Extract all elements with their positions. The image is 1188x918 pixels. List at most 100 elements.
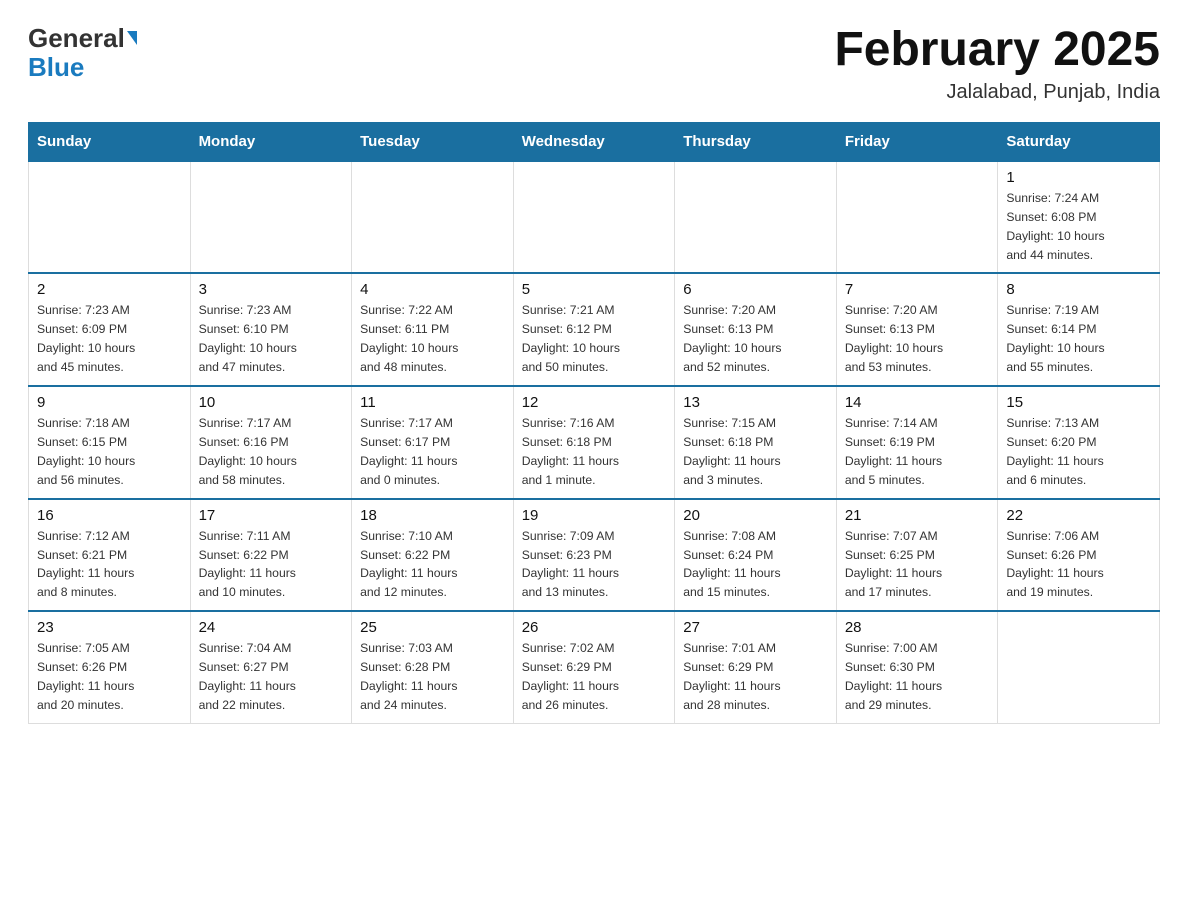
logo-general-text: General <box>28 24 125 53</box>
day-number: 27 <box>683 619 828 636</box>
calendar-cell: 3 Sunrise: 7:23 AM Sunset: 6:10 PM Daylig… <box>190 273 352 386</box>
calendar-cell: 1 Sunrise: 7:24 AM Sunset: 6:08 PM Daylig… <box>998 161 1160 274</box>
calendar-cell: 14 Sunrise: 7:14 AM Sunset: 6:19 PM Dayli… <box>836 386 998 499</box>
calendar-cell: 17 Sunrise: 7:11 AM Sunset: 6:22 PM Dayli… <box>190 499 352 612</box>
day-info: Sunrise: 7:15 AM Sunset: 6:18 PM Dayligh… <box>683 414 828 490</box>
day-number: 21 <box>845 507 990 524</box>
day-info: Sunrise: 7:24 AM Sunset: 6:08 PM Dayligh… <box>1006 189 1151 265</box>
calendar-cell: 18 Sunrise: 7:10 AM Sunset: 6:22 PM Dayli… <box>352 499 514 612</box>
day-info: Sunrise: 7:06 AM Sunset: 6:26 PM Dayligh… <box>1006 527 1151 603</box>
day-info: Sunrise: 7:03 AM Sunset: 6:28 PM Dayligh… <box>360 639 505 715</box>
calendar-cell: 23 Sunrise: 7:05 AM Sunset: 6:26 PM Dayli… <box>29 611 191 723</box>
day-info: Sunrise: 7:17 AM Sunset: 6:17 PM Dayligh… <box>360 414 505 490</box>
day-info: Sunrise: 7:11 AM Sunset: 6:22 PM Dayligh… <box>199 527 344 603</box>
day-number: 1 <box>1006 169 1151 186</box>
day-number: 5 <box>522 281 667 298</box>
logo: General Blue <box>28 24 137 81</box>
weekday-header-saturday: Saturday <box>998 122 1160 161</box>
calendar-cell: 27 Sunrise: 7:01 AM Sunset: 6:29 PM Dayli… <box>675 611 837 723</box>
day-info: Sunrise: 7:05 AM Sunset: 6:26 PM Dayligh… <box>37 639 182 715</box>
day-number: 23 <box>37 619 182 636</box>
calendar-cell: 5 Sunrise: 7:21 AM Sunset: 6:12 PM Daylig… <box>513 273 675 386</box>
day-number: 10 <box>199 394 344 411</box>
day-number: 22 <box>1006 507 1151 524</box>
weekday-header-tuesday: Tuesday <box>352 122 514 161</box>
day-info: Sunrise: 7:04 AM Sunset: 6:27 PM Dayligh… <box>199 639 344 715</box>
day-number: 11 <box>360 394 505 411</box>
day-info: Sunrise: 7:14 AM Sunset: 6:19 PM Dayligh… <box>845 414 990 490</box>
calendar-cell: 25 Sunrise: 7:03 AM Sunset: 6:28 PM Dayli… <box>352 611 514 723</box>
calendar-table: SundayMondayTuesdayWednesdayThursdayFrid… <box>28 122 1160 724</box>
day-number: 8 <box>1006 281 1151 298</box>
logo-triangle-icon <box>127 31 137 45</box>
day-number: 19 <box>522 507 667 524</box>
calendar-cell <box>675 161 837 274</box>
calendar-cell <box>836 161 998 274</box>
calendar-week-row: 2 Sunrise: 7:23 AM Sunset: 6:09 PM Daylig… <box>29 273 1160 386</box>
day-number: 2 <box>37 281 182 298</box>
weekday-header-monday: Monday <box>190 122 352 161</box>
day-number: 14 <box>845 394 990 411</box>
calendar-cell: 26Sunrise: 7:02 AM Sunset: 6:29 PM Dayli… <box>513 611 675 723</box>
calendar-cell: 20 Sunrise: 7:08 AM Sunset: 6:24 PM Dayli… <box>675 499 837 612</box>
month-title: February 2025 <box>834 24 1160 77</box>
location-title: Jalalabad, Punjab, India <box>834 81 1160 104</box>
day-info: Sunrise: 7:07 AM Sunset: 6:25 PM Dayligh… <box>845 527 990 603</box>
day-info: Sunrise: 7:01 AM Sunset: 6:29 PM Dayligh… <box>683 639 828 715</box>
calendar-cell: 11 Sunrise: 7:17 AM Sunset: 6:17 PM Dayli… <box>352 386 514 499</box>
day-info: Sunrise: 7:17 AM Sunset: 6:16 PM Dayligh… <box>199 414 344 490</box>
day-number: 6 <box>683 281 828 298</box>
calendar-cell: 28 Sunrise: 7:00 AM Sunset: 6:30 PM Dayli… <box>836 611 998 723</box>
weekday-header-wednesday: Wednesday <box>513 122 675 161</box>
weekday-header-friday: Friday <box>836 122 998 161</box>
day-info: Sunrise: 7:23 AM Sunset: 6:10 PM Dayligh… <box>199 301 344 377</box>
day-info: Sunrise: 7:08 AM Sunset: 6:24 PM Dayligh… <box>683 527 828 603</box>
calendar-cell <box>998 611 1160 723</box>
day-info: Sunrise: 7:19 AM Sunset: 6:14 PM Dayligh… <box>1006 301 1151 377</box>
day-number: 24 <box>199 619 344 636</box>
page-header: General Blue February 2025 Jalalabad, Pu… <box>28 24 1160 104</box>
calendar-cell: 10 Sunrise: 7:17 AM Sunset: 6:16 PM Dayli… <box>190 386 352 499</box>
day-info: Sunrise: 7:18 AM Sunset: 6:15 PM Dayligh… <box>37 414 182 490</box>
day-info: Sunrise: 7:09 AM Sunset: 6:23 PM Dayligh… <box>522 527 667 603</box>
calendar-week-row: 9Sunrise: 7:18 AM Sunset: 6:15 PM Daylig… <box>29 386 1160 499</box>
day-number: 13 <box>683 394 828 411</box>
day-info: Sunrise: 7:23 AM Sunset: 6:09 PM Dayligh… <box>37 301 182 377</box>
day-number: 25 <box>360 619 505 636</box>
calendar-cell <box>190 161 352 274</box>
calendar-cell: 24 Sunrise: 7:04 AM Sunset: 6:27 PM Dayli… <box>190 611 352 723</box>
day-number: 17 <box>199 507 344 524</box>
calendar-cell: 7 Sunrise: 7:20 AM Sunset: 6:13 PM Daylig… <box>836 273 998 386</box>
day-info: Sunrise: 7:20 AM Sunset: 6:13 PM Dayligh… <box>683 301 828 377</box>
calendar-cell: 21 Sunrise: 7:07 AM Sunset: 6:25 PM Dayli… <box>836 499 998 612</box>
calendar-cell <box>29 161 191 274</box>
day-info: Sunrise: 7:12 AM Sunset: 6:21 PM Dayligh… <box>37 527 182 603</box>
calendar-week-row: 16Sunrise: 7:12 AM Sunset: 6:21 PM Dayli… <box>29 499 1160 612</box>
calendar-cell <box>513 161 675 274</box>
day-number: 18 <box>360 507 505 524</box>
calendar-week-row: 1 Sunrise: 7:24 AM Sunset: 6:08 PM Daylig… <box>29 161 1160 274</box>
calendar-week-row: 23 Sunrise: 7:05 AM Sunset: 6:26 PM Dayli… <box>29 611 1160 723</box>
calendar-cell: 12Sunrise: 7:16 AM Sunset: 6:18 PM Dayli… <box>513 386 675 499</box>
calendar-cell: 15Sunrise: 7:13 AM Sunset: 6:20 PM Dayli… <box>998 386 1160 499</box>
day-number: 12 <box>522 394 667 411</box>
day-info: Sunrise: 7:22 AM Sunset: 6:11 PM Dayligh… <box>360 301 505 377</box>
calendar-cell: 19 Sunrise: 7:09 AM Sunset: 6:23 PM Dayli… <box>513 499 675 612</box>
day-number: 7 <box>845 281 990 298</box>
day-info: Sunrise: 7:21 AM Sunset: 6:12 PM Dayligh… <box>522 301 667 377</box>
calendar-cell: 9Sunrise: 7:18 AM Sunset: 6:15 PM Daylig… <box>29 386 191 499</box>
calendar-cell <box>352 161 514 274</box>
weekday-header-row: SundayMondayTuesdayWednesdayThursdayFrid… <box>29 122 1160 161</box>
calendar-cell: 13 Sunrise: 7:15 AM Sunset: 6:18 PM Dayli… <box>675 386 837 499</box>
day-info: Sunrise: 7:00 AM Sunset: 6:30 PM Dayligh… <box>845 639 990 715</box>
day-number: 20 <box>683 507 828 524</box>
day-number: 3 <box>199 281 344 298</box>
day-info: Sunrise: 7:10 AM Sunset: 6:22 PM Dayligh… <box>360 527 505 603</box>
title-block: February 2025 Jalalabad, Punjab, India <box>834 24 1160 104</box>
day-number: 28 <box>845 619 990 636</box>
calendar-cell: 6 Sunrise: 7:20 AM Sunset: 6:13 PM Daylig… <box>675 273 837 386</box>
day-info: Sunrise: 7:20 AM Sunset: 6:13 PM Dayligh… <box>845 301 990 377</box>
calendar-cell: 4 Sunrise: 7:22 AM Sunset: 6:11 PM Daylig… <box>352 273 514 386</box>
day-number: 4 <box>360 281 505 298</box>
calendar-cell: 2 Sunrise: 7:23 AM Sunset: 6:09 PM Daylig… <box>29 273 191 386</box>
